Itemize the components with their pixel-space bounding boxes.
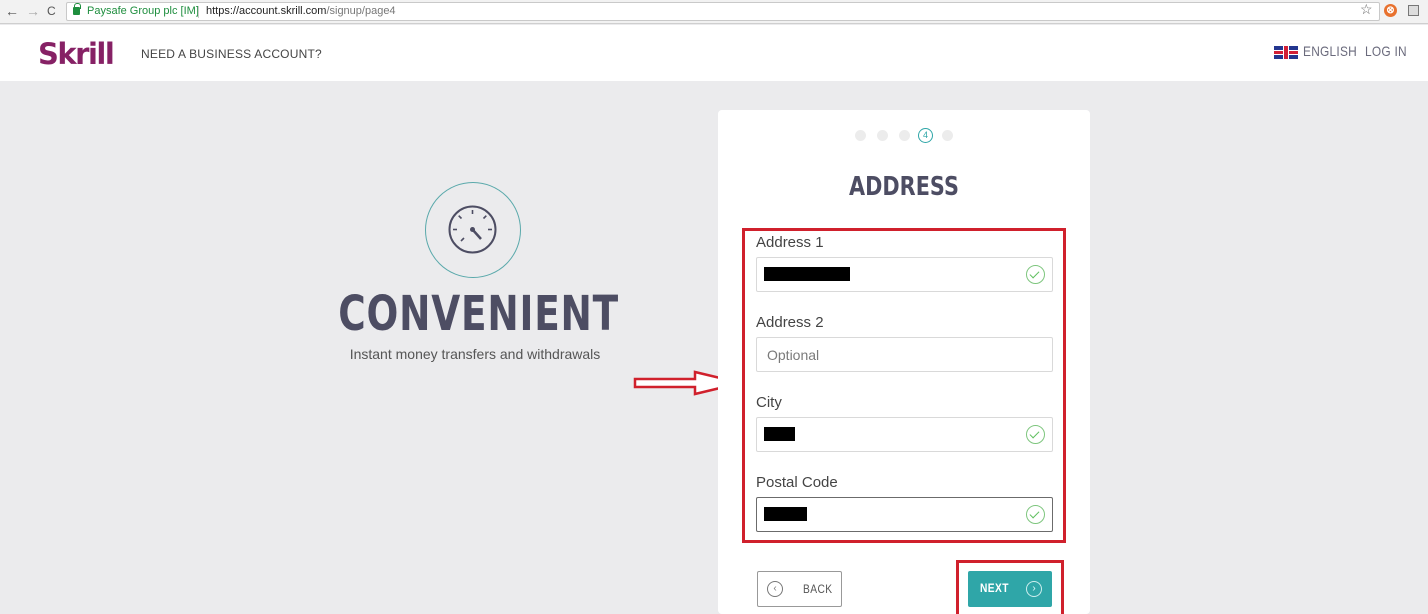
step-dot [942, 130, 953, 141]
next-button[interactable]: NEXT › [968, 571, 1052, 607]
bookmark-star-icon[interactable]: ☆ [1360, 1, 1373, 18]
hero-subtitle: Instant money transfers and withdrawals [349, 346, 601, 362]
uk-flag-icon[interactable] [1274, 46, 1298, 59]
back-arrow-icon[interactable]: ← [5, 3, 19, 19]
forward-arrow-icon[interactable]: → [26, 3, 40, 19]
extension-save-icon[interactable] [1408, 5, 1419, 16]
url-path: /signup/page4 [326, 5, 396, 17]
next-button-label: NEXT [980, 581, 1009, 595]
speedometer-icon [425, 182, 521, 278]
business-account-link[interactable]: NEED A BUSINESS ACCOUNT? [141, 47, 322, 61]
step-dot [899, 130, 910, 141]
language-selector[interactable]: ENGLISH [1303, 43, 1357, 59]
step-dot [877, 130, 888, 141]
omnibox-divider [198, 6, 199, 18]
secure-site-label: Paysafe Group plc [IM] [87, 5, 199, 17]
extension-icon[interactable]: ⊗ [1384, 4, 1397, 17]
step-dot-current: 4 [918, 128, 933, 143]
chevron-left-icon: ‹ [767, 581, 783, 597]
site-header: Skrill NEED A BUSINESS ACCOUNT? ENGLISH … [0, 25, 1428, 81]
skrill-logo[interactable]: Skrill [38, 37, 115, 71]
url-text[interactable]: https://account.skrill.com/signup/page4 [206, 3, 396, 20]
address-bar[interactable]: Paysafe Group plc [IM] https://account.s… [66, 2, 1380, 21]
hero-title: CONVENIENT [338, 286, 619, 342]
lock-icon [73, 3, 81, 15]
back-button-label: BACK [803, 582, 833, 596]
back-button[interactable]: ‹ BACK [757, 571, 842, 607]
login-link[interactable]: LOG IN [1365, 43, 1407, 59]
reload-icon[interactable]: C [47, 3, 56, 19]
annotation-box-fields [742, 228, 1066, 543]
form-title: ADDRESS [849, 172, 959, 202]
url-host: https://account.skrill.com [206, 5, 327, 17]
chevron-right-icon: › [1026, 581, 1042, 597]
step-dot [855, 130, 866, 141]
browser-toolbar: ← → C Paysafe Group plc [IM] https://acc… [0, 0, 1428, 24]
